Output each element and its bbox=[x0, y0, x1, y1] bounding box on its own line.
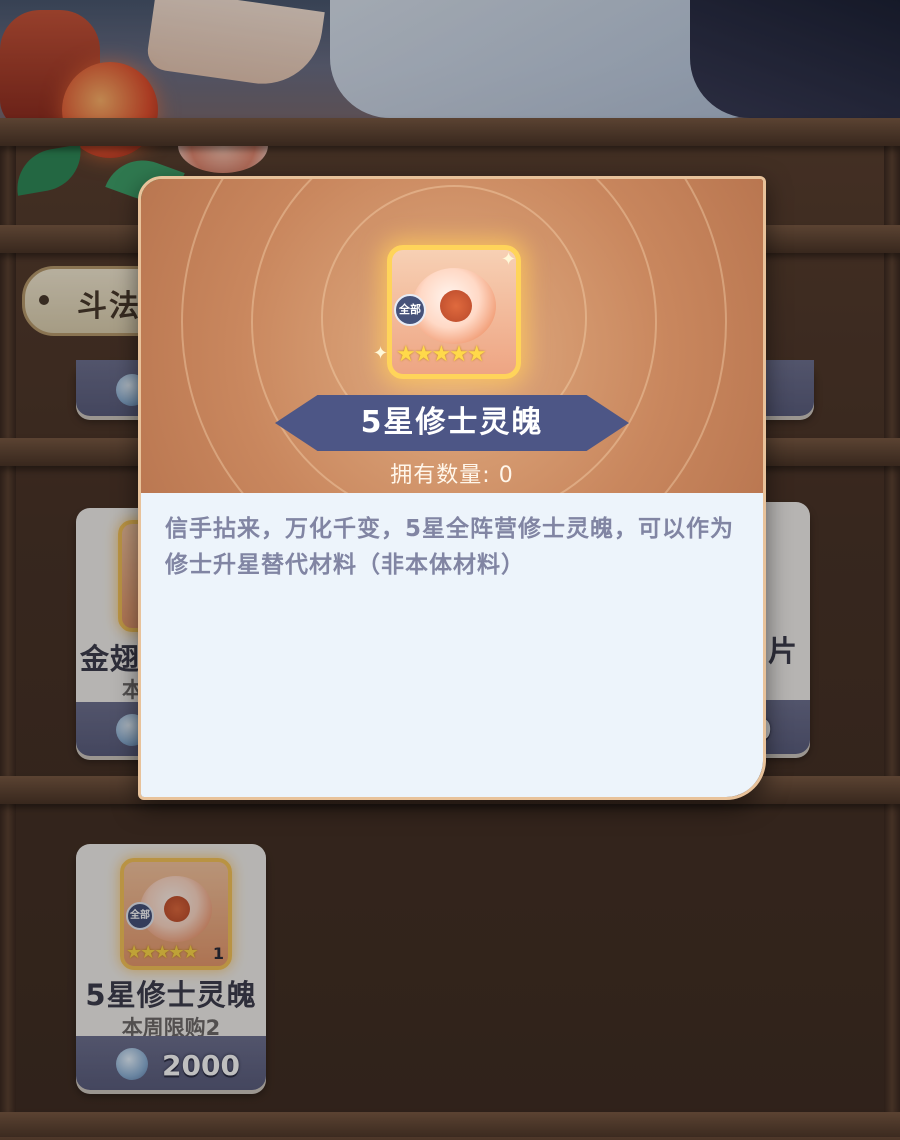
star-rating: ★★★★★ bbox=[396, 342, 487, 367]
owned-label: 拥有数量: bbox=[390, 463, 491, 488]
item-detail-popup: 全部 ★★★★★ ✦ ✦ 5星修士灵魄 拥有数量: 0 信手拈来，万化千变，5星… bbox=[138, 176, 766, 800]
sparkle-icon: ✦ bbox=[373, 343, 389, 364]
faction-badge: 全部 bbox=[394, 294, 426, 326]
owned-value: 0 bbox=[498, 463, 514, 488]
owned-quantity: 拥有数量: 0 bbox=[141, 457, 763, 489]
popup-header: 全部 ★★★★★ ✦ ✦ 5星修士灵魄 拥有数量: 0 bbox=[141, 179, 763, 595]
sparkle-icon: ✦ bbox=[501, 249, 517, 270]
item-description: 信手拈来，万化千变，5星全阵营修士灵魄，可以作为修士升星替代材料（非本体材料） bbox=[165, 516, 735, 578]
item-title: 5星修士灵魄 bbox=[360, 405, 544, 440]
